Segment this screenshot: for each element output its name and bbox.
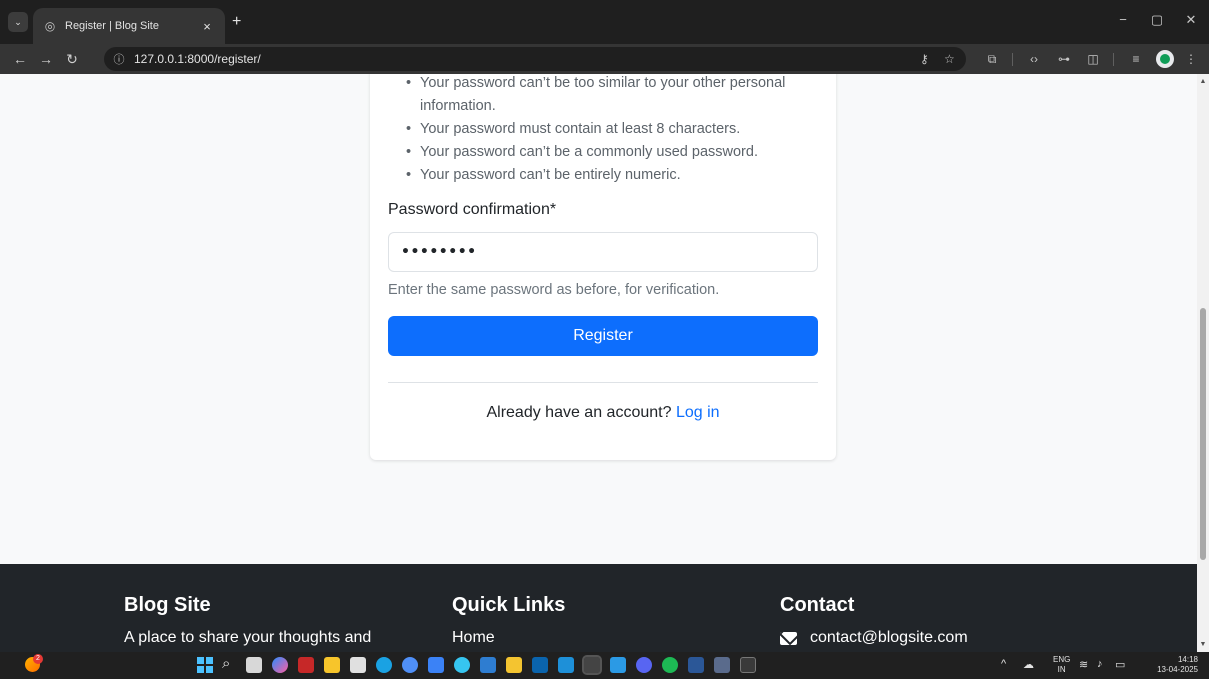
clock-time: 14:18 [1177, 655, 1198, 664]
sticky-notes-icon[interactable] [506, 657, 522, 673]
copilot-icon[interactable] [272, 657, 288, 673]
list-item: Your password can’t be a commonly used p… [404, 141, 834, 164]
forward-arrow-icon[interactable]: → [36, 49, 56, 69]
login-link[interactable]: Log in [676, 404, 720, 421]
discord-icon[interactable] [636, 657, 652, 673]
window-close-icon[interactable]: ✕ [1181, 12, 1201, 28]
scrollbar-thumb[interactable] [1200, 308, 1206, 560]
tab-search-chevron-icon[interactable]: ⌄ [8, 12, 28, 32]
language-indicator[interactable]: ENG IN [1053, 655, 1070, 675]
help-icon[interactable] [454, 657, 470, 673]
file-explorer-icon[interactable] [324, 657, 340, 673]
password-confirmation-help: Enter the same password as before, for v… [388, 282, 720, 298]
footer-links-title: Quick Links [452, 594, 566, 616]
address-bar[interactable]: ⓘ 127.0.0.1:8000/register/ [104, 47, 966, 71]
edge-icon[interactable] [376, 657, 392, 673]
globe-icon: ◎ [44, 19, 56, 33]
windows-taskbar: 2 ⌕ ^ ☁ ENG IN ≋ ♪ ▭ 14:18 13-04-2025 [0, 652, 1209, 679]
tab-title: Register | Blog Site [65, 20, 159, 32]
site-footer: Blog Site A place to share your thoughts… [0, 564, 1197, 652]
photos-icon[interactable] [480, 657, 496, 673]
spotify-icon[interactable] [662, 657, 678, 673]
tray-overflow-icon[interactable]: ^ [1001, 658, 1006, 670]
key-icon[interactable]: ⚷ [920, 49, 929, 69]
site-info-icon[interactable]: ⓘ [112, 51, 126, 67]
toolbar-divider [1113, 53, 1114, 66]
extensions-icon[interactable]: ⧉ [982, 49, 1002, 69]
envelope-icon [780, 632, 797, 645]
language-code: ENG [1053, 655, 1071, 664]
notification-badge: 2 [33, 654, 43, 664]
avatar-icon [1160, 54, 1170, 64]
code-icon[interactable]: ‹› [1024, 49, 1044, 69]
list-item: Your password can’t be too similar to yo… [404, 74, 834, 118]
word-icon[interactable] [688, 657, 704, 673]
footer-link-home[interactable]: Home [452, 629, 495, 647]
wifi-icon[interactable]: ≋ [1079, 658, 1088, 671]
link-icon[interactable]: ⊶ [1054, 49, 1074, 69]
footer-contact-email[interactable]: contact@blogsite.com [810, 629, 968, 647]
browser-tab-bar: ⌄ ◎ Register | Blog Site × + − ▢ ✕ [0, 0, 1209, 44]
footer-contact-title: Contact [780, 594, 855, 616]
side-panel-icon[interactable]: ◫ [1083, 49, 1103, 69]
toolbar-divider [1012, 53, 1013, 66]
login-prompt: Already have an account? Log in [388, 404, 818, 422]
new-tab-button[interactable]: + [232, 14, 241, 30]
reading-list-icon[interactable]: ≡ [1126, 49, 1146, 69]
outlook-icon[interactable] [532, 657, 548, 673]
password-confirmation-input[interactable] [388, 232, 818, 272]
password-help-list: Your password can’t be too similar to yo… [404, 74, 834, 187]
onedrive-icon[interactable]: ☁ [1023, 658, 1034, 671]
region-code: IN [1057, 665, 1066, 674]
tab-close-icon[interactable]: × [199, 19, 215, 34]
minimize-icon[interactable]: − [1113, 12, 1133, 27]
chrome-icon[interactable] [582, 655, 602, 675]
list-item: Your password can’t be entirely numeric. [404, 164, 834, 187]
url-text[interactable]: 127.0.0.1:8000/register/ [134, 52, 261, 66]
start-icon[interactable] [197, 657, 213, 673]
app-icon[interactable] [402, 657, 418, 673]
vscode-icon[interactable] [610, 657, 626, 673]
clock-date: 13-04-2025 [1157, 665, 1198, 674]
page-scrollbar[interactable]: ▲ ▼ [1197, 74, 1209, 652]
terminal-icon[interactable] [740, 657, 756, 673]
list-item: Your password must contain at least 8 ch… [404, 118, 834, 141]
password-confirmation-label: Password confirmation* [388, 201, 557, 218]
register-button[interactable]: Register [388, 316, 818, 356]
back-arrow-icon[interactable]: ← [10, 49, 30, 69]
task-view-icon[interactable] [246, 657, 262, 673]
snipping-tool-icon[interactable] [714, 657, 730, 673]
kebab-menu-icon[interactable]: ⋮ [1181, 49, 1201, 69]
store-icon[interactable] [350, 657, 366, 673]
notepad-icon[interactable] [428, 657, 444, 673]
star-icon[interactable]: ☆ [944, 49, 955, 69]
tab-register[interactable]: ◎ Register | Blog Site × [33, 8, 225, 44]
scroll-down-icon[interactable]: ▼ [1197, 641, 1209, 648]
scroll-up-icon[interactable]: ▲ [1197, 78, 1209, 85]
footer-brand-title: Blog Site [124, 594, 211, 616]
mail-icon[interactable] [558, 657, 574, 673]
login-prompt-text: Already have an account? [486, 404, 672, 421]
footer-brand-text: A place to share your thoughts and [124, 629, 372, 646]
profile-avatar[interactable] [1156, 50, 1174, 68]
battery-icon[interactable]: ▭ [1115, 658, 1125, 671]
browser-toolbar: ← → ↻ ⓘ 127.0.0.1:8000/register/ ⚷ ☆ ⧉ ‹… [0, 44, 1209, 74]
mcafee-icon[interactable] [298, 657, 314, 673]
search-icon[interactable]: ⌕ [222, 655, 230, 672]
system-clock[interactable]: 14:18 13-04-2025 [1146, 655, 1198, 675]
page-viewport: Your password can’t be too similar to yo… [0, 74, 1197, 652]
reload-icon[interactable]: ↻ [62, 49, 82, 69]
card-divider [388, 382, 818, 383]
volume-icon[interactable]: ♪ [1097, 658, 1103, 670]
restore-icon[interactable]: ▢ [1147, 12, 1167, 28]
